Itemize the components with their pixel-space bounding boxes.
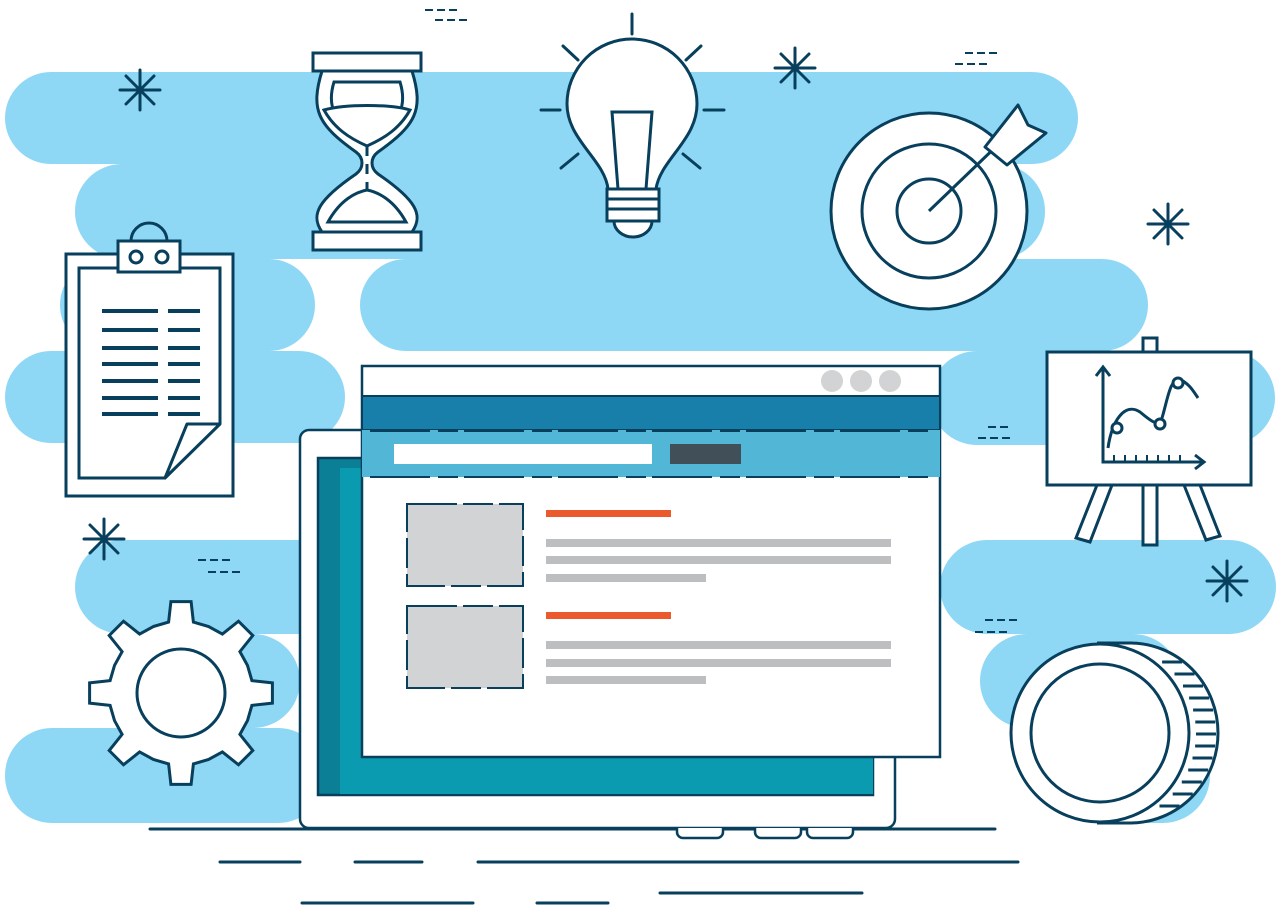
lightbulb-ray bbox=[561, 44, 580, 62]
result-thumbnail bbox=[407, 606, 523, 688]
lightbulb-base bbox=[605, 207, 661, 223]
clipboard-clip-hole bbox=[128, 249, 144, 265]
clipboard-clip bbox=[116, 239, 182, 274]
search-input[interactable] bbox=[394, 444, 652, 464]
sparkle-icon bbox=[118, 68, 162, 112]
chart-point bbox=[1171, 376, 1185, 390]
window-control-dot[interactable] bbox=[879, 370, 901, 392]
easel-top-peg bbox=[1141, 336, 1159, 354]
result-text-line bbox=[546, 659, 891, 667]
browser-window bbox=[360, 364, 942, 759]
hourglass-bottom-cap bbox=[311, 230, 423, 252]
lightbulb-ray bbox=[684, 44, 703, 62]
coin-icon bbox=[1009, 641, 1220, 825]
easel-leg bbox=[1181, 483, 1222, 542]
gear-icon bbox=[88, 600, 274, 786]
window-control-dot[interactable] bbox=[821, 370, 843, 392]
result-title bbox=[546, 510, 671, 517]
sparkle-icon bbox=[773, 46, 817, 90]
easel-leg bbox=[1141, 483, 1159, 547]
coin-face-inner bbox=[1029, 662, 1171, 804]
result-text-line bbox=[546, 574, 706, 582]
result-title bbox=[546, 612, 671, 619]
search-button[interactable] bbox=[670, 444, 741, 464]
laptop-foot bbox=[675, 828, 725, 840]
easel-leg bbox=[1073, 483, 1115, 544]
laptop-foot bbox=[753, 828, 803, 840]
illustration-svg bbox=[5, 9, 1276, 905]
gear-hub bbox=[135, 647, 227, 739]
illustration-canvas bbox=[0, 0, 1276, 911]
chart-point bbox=[1110, 421, 1124, 435]
hourglass-top-cap bbox=[311, 51, 423, 73]
cloud-band bbox=[360, 259, 1148, 351]
result-text-line bbox=[546, 641, 891, 649]
result-text-line bbox=[546, 676, 706, 684]
chart-point bbox=[1153, 417, 1167, 431]
result-thumbnail bbox=[407, 504, 523, 586]
sparkle-icon bbox=[1146, 202, 1190, 246]
browser-nav-bar bbox=[361, 395, 941, 431]
sparkle-icon bbox=[82, 517, 126, 561]
dash-mark bbox=[955, 52, 997, 65]
ground-lines bbox=[148, 827, 1020, 905]
dash-mark bbox=[425, 9, 467, 21]
clipboard-clip-hole bbox=[154, 249, 170, 265]
presentation-chart-icon bbox=[1045, 336, 1253, 547]
clipboard-icon bbox=[64, 221, 235, 498]
window-control-dot[interactable] bbox=[850, 370, 872, 392]
result-text-line bbox=[546, 556, 891, 564]
result-text-line bbox=[546, 539, 891, 547]
laptop-foot bbox=[805, 828, 855, 840]
sparkle-icon bbox=[1205, 559, 1249, 603]
